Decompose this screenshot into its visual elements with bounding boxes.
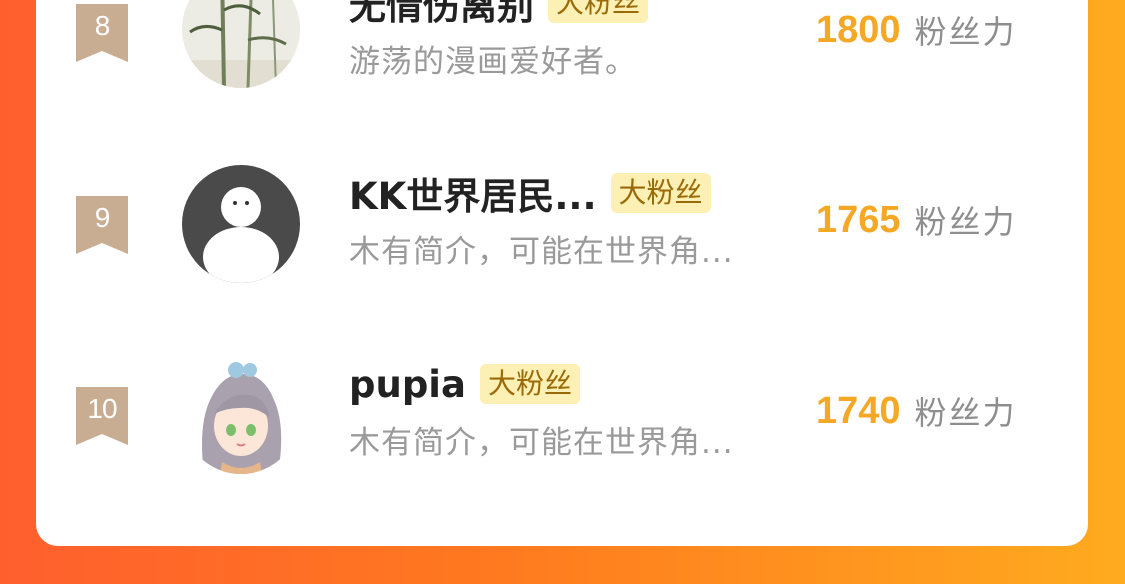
avatar[interactable] [182,356,300,474]
fan-list-item[interactable]: 10 pupia 大粉丝 木有简介，可能在世界角... 1740 粉丝力 [36,351,1088,501]
score-value: 1800 [816,8,901,51]
rank-number: 10 [87,393,117,424]
fan-description: 游荡的漫画爱好者。 [349,44,637,80]
rank-number: 8 [94,10,111,41]
score-unit: 粉丝力 [914,13,1017,51]
fan-level-badge: 大粉丝 [548,0,649,23]
fan-name[interactable]: pupia [349,363,466,406]
fan-level-badge: 大粉丝 [610,173,711,213]
fan-level-badge: 大粉丝 [479,364,580,404]
fan-score: 1800 粉丝力 [816,7,1017,53]
fan-description: 木有简介，可能在世界角... [349,234,734,270]
fan-name[interactable]: KK世界居民... [349,166,597,220]
rank-number: 9 [94,202,111,233]
fan-name[interactable]: 无情伤离别 [349,0,534,30]
rank-ribbon-icon: 8 [76,4,128,62]
fan-score: 1765 粉丝力 [816,197,1017,243]
fan-ranking-card: 8 无情伤离别 大粉丝 游荡的漫画爱好者。 1800 粉丝力 9 KK世界居民.… [36,0,1088,546]
fan-description: 木有简介，可能在世界角... [349,425,734,461]
rank-ribbon-icon: 9 [76,196,128,254]
fan-score: 1740 粉丝力 [816,388,1017,434]
fan-list-item[interactable]: 9 KK世界居民... 大粉丝 木有简介，可能在世界角... 1765 粉丝力 [36,160,1088,310]
score-unit: 粉丝力 [914,203,1017,241]
score-unit: 粉丝力 [914,394,1017,432]
score-value: 1740 [816,389,901,432]
avatar[interactable] [182,0,300,88]
avatar[interactable] [182,165,300,283]
rank-ribbon-icon: 10 [76,387,128,445]
score-value: 1765 [816,198,901,241]
fan-list-item[interactable]: 8 无情伤离别 大粉丝 游荡的漫画爱好者。 1800 粉丝力 [36,0,1088,120]
